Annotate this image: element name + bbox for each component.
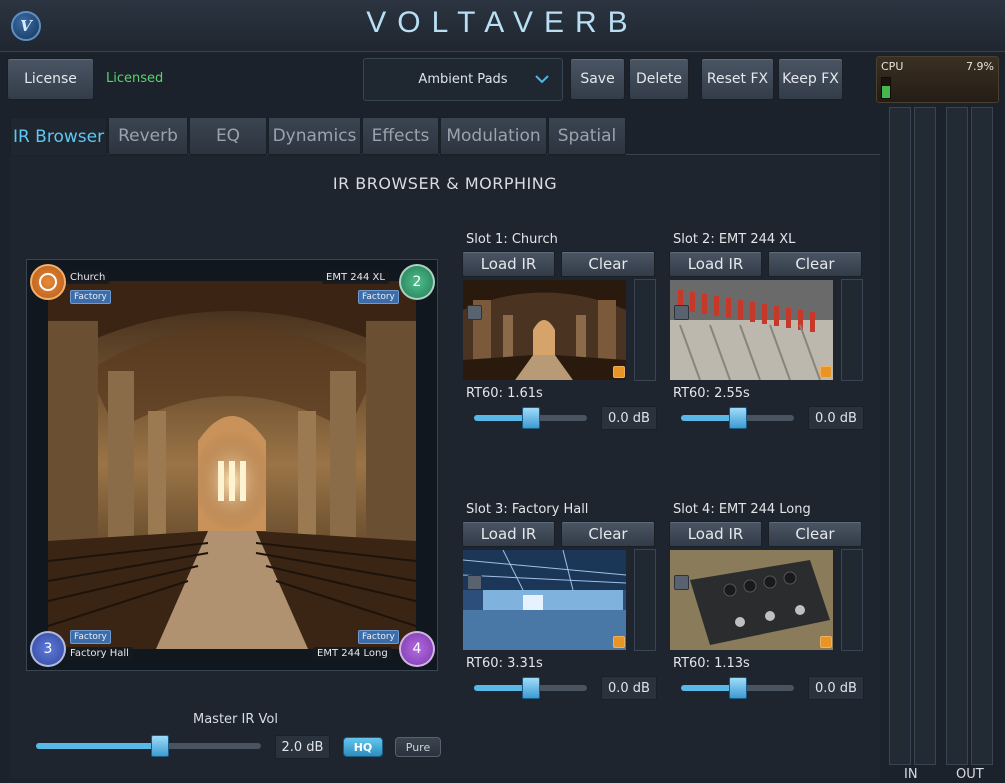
slot-4-gain-slider[interactable] bbox=[681, 677, 794, 699]
slot-3-image bbox=[463, 550, 626, 650]
cpu-bar-fill bbox=[882, 86, 890, 98]
slot-3-gain-value[interactable]: 0.0 dB bbox=[601, 676, 657, 700]
cpu-bar bbox=[881, 77, 891, 99]
slot-1-clear-button[interactable]: Clear bbox=[561, 251, 655, 277]
slot-2-rt60: RT60: 2.55s bbox=[673, 386, 750, 401]
slot-4-gain-value[interactable]: 0.0 dB bbox=[808, 676, 864, 700]
slot-1-gain-slider[interactable] bbox=[474, 407, 587, 429]
morph-corner-2[interactable]: 2 bbox=[399, 264, 435, 300]
slot-1-gain-value[interactable]: 0.0 dB bbox=[601, 406, 657, 430]
slot-4-title: Slot 4: EMT 244 Long bbox=[673, 502, 811, 517]
cpu-label: CPU bbox=[881, 60, 904, 73]
slot-1-gain-thumb[interactable] bbox=[521, 407, 540, 429]
slot-3-gain-slider[interactable] bbox=[474, 677, 587, 699]
corner-3-name: Factory Hall bbox=[66, 647, 133, 660]
input-meter-left bbox=[889, 107, 911, 765]
output-meter-label: OUT bbox=[956, 767, 984, 782]
slot-2-gain-slider[interactable] bbox=[681, 407, 794, 429]
master-ir-vol-fill bbox=[36, 743, 160, 749]
save-button[interactable]: Save bbox=[570, 58, 625, 100]
slot-2-load-button[interactable]: Load IR bbox=[669, 251, 762, 277]
master-ir-vol-thumb[interactable] bbox=[150, 735, 169, 757]
slot-1-checkbox[interactable] bbox=[467, 305, 482, 320]
slot-4-image bbox=[670, 550, 833, 650]
tab-effects[interactable]: Effects bbox=[362, 117, 439, 155]
slot-3-gain-thumb[interactable] bbox=[521, 677, 540, 699]
slot-2-image bbox=[670, 280, 833, 380]
slot-3-rt60: RT60: 3.31s bbox=[466, 656, 543, 671]
input-meter-label: IN bbox=[904, 767, 918, 782]
slot-4-level-meter bbox=[841, 549, 863, 651]
hq-toggle[interactable]: HQ bbox=[343, 737, 383, 757]
slot-2-level-meter bbox=[841, 279, 863, 381]
master-ir-vol-label: Master IR Vol bbox=[193, 712, 278, 727]
slot-3-clear-button[interactable]: Clear bbox=[561, 521, 655, 547]
slot-4-factory-icon bbox=[820, 636, 832, 648]
slot-4-rt60: RT60: 1.13s bbox=[673, 656, 750, 671]
tab-bar: IR Browser Reverb EQ Dynamics Effects Mo… bbox=[10, 117, 880, 155]
slot-1-image bbox=[463, 280, 626, 380]
slot-2-clear-button[interactable]: Clear bbox=[768, 251, 862, 277]
corner-1-badge: Factory bbox=[70, 290, 111, 304]
slot-2-gain-value[interactable]: 0.0 dB bbox=[808, 406, 864, 430]
output-meter-left bbox=[946, 107, 968, 765]
app-title: VOLTAVERB bbox=[366, 6, 639, 39]
slot-2-checkbox[interactable] bbox=[674, 305, 689, 320]
slot-4-gain-thumb[interactable] bbox=[728, 677, 747, 699]
slot-2-title: Slot 2: EMT 244 XL bbox=[673, 232, 796, 247]
tab-ir-browser[interactable]: IR Browser bbox=[10, 117, 107, 155]
license-button[interactable]: License bbox=[7, 58, 94, 100]
license-status: Licensed bbox=[106, 71, 164, 86]
slot-3-load-button[interactable]: Load IR bbox=[462, 521, 555, 547]
tab-reverb[interactable]: Reverb bbox=[108, 117, 188, 155]
slot-1-factory-icon bbox=[613, 366, 625, 378]
master-ir-vol-value[interactable]: 2.0 dB bbox=[275, 735, 330, 759]
keep-fx-button[interactable]: Keep FX bbox=[778, 58, 843, 100]
corner-3-badge: Factory bbox=[70, 630, 111, 644]
preset-select[interactable]: Ambient Pads bbox=[363, 58, 563, 101]
tab-spatial[interactable]: Spatial bbox=[548, 117, 626, 155]
slot-1-title: Slot 1: Church bbox=[466, 232, 558, 247]
slot-3-level-meter bbox=[634, 549, 656, 651]
slot-3-title: Slot 3: Factory Hall bbox=[466, 502, 589, 517]
morph-corner-3[interactable]: 3 bbox=[30, 631, 66, 667]
cpu-meter: CPU 7.9% bbox=[876, 56, 999, 103]
corner-4-name: EMT 244 Long bbox=[313, 647, 392, 660]
slot-1-rt60: RT60: 1.61s bbox=[466, 386, 543, 401]
corner-2-name: EMT 244 XL bbox=[322, 271, 389, 284]
delete-button[interactable]: Delete bbox=[629, 58, 689, 100]
preset-value: Ambient Pads bbox=[418, 72, 508, 87]
master-ir-vol-slider[interactable] bbox=[36, 735, 261, 757]
reset-fx-button[interactable]: Reset FX bbox=[701, 58, 774, 100]
corner-4-badge: Factory bbox=[358, 630, 399, 644]
cpu-value: 7.9% bbox=[966, 60, 994, 73]
slot-1-load-button[interactable]: Load IR bbox=[462, 251, 555, 277]
slot-2-factory-icon bbox=[820, 366, 832, 378]
corner-2-badge: Factory bbox=[358, 290, 399, 304]
slot-4-load-button[interactable]: Load IR bbox=[669, 521, 762, 547]
slot-1-level-meter bbox=[634, 279, 656, 381]
morph-corner-1-ring bbox=[39, 273, 57, 291]
input-meter-right bbox=[914, 107, 936, 765]
output-meter-right bbox=[971, 107, 993, 765]
section-title: IR BROWSER & MORPHING bbox=[332, 174, 558, 193]
tab-modulation[interactable]: Modulation bbox=[440, 117, 547, 155]
morph-corner-4[interactable]: 4 bbox=[399, 631, 435, 667]
slot-3-factory-icon bbox=[613, 636, 625, 648]
pure-toggle[interactable]: Pure bbox=[395, 737, 441, 757]
corner-1-name: Church bbox=[66, 271, 110, 284]
slot-4-checkbox[interactable] bbox=[674, 575, 689, 590]
slot-4-clear-button[interactable]: Clear bbox=[768, 521, 862, 547]
tab-dynamics[interactable]: Dynamics bbox=[268, 117, 361, 155]
church-image bbox=[48, 281, 416, 649]
morph-corner-1[interactable] bbox=[30, 264, 66, 300]
tab-eq[interactable]: EQ bbox=[189, 117, 267, 155]
slot-3-checkbox[interactable] bbox=[467, 575, 482, 590]
slot-2-gain-thumb[interactable] bbox=[728, 407, 747, 429]
chevron-down-icon[interactable] bbox=[534, 72, 550, 88]
